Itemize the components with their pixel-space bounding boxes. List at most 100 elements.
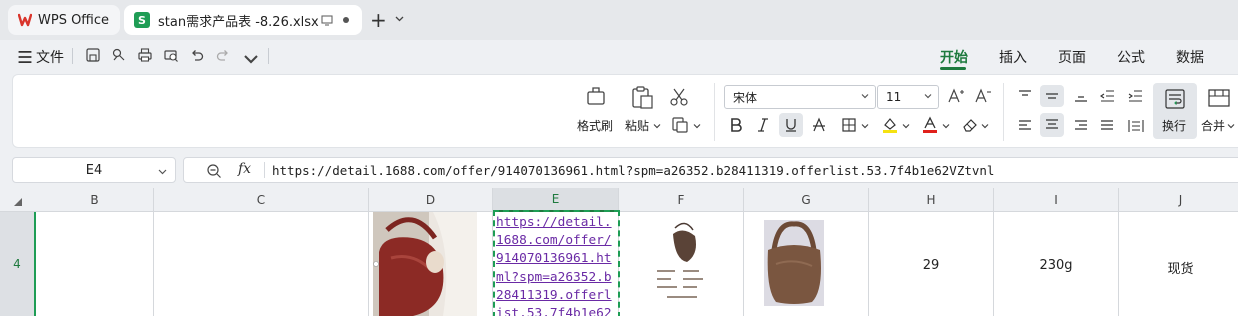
cell-c4[interactable]: [154, 212, 369, 316]
align-left-icon[interactable]: [1017, 119, 1033, 133]
justify-icon[interactable]: [1099, 119, 1115, 133]
paste-chevron-down-icon[interactable]: [653, 122, 661, 130]
align-top-icon[interactable]: [1017, 89, 1033, 103]
decrease-font-size-icon[interactable]: [974, 87, 992, 105]
tab-file-label: stan需求产品表 -8.26.xlsx: [158, 14, 319, 30]
tab-formula[interactable]: 公式: [1117, 47, 1145, 67]
cell-e4[interactable]: https://detail.1688.com/offer/9140701369…: [493, 212, 619, 316]
paste-icon[interactable]: [629, 84, 655, 110]
row-header-4[interactable]: 4: [0, 212, 36, 316]
cell-g4[interactable]: [744, 212, 869, 316]
tab-data[interactable]: 数据: [1176, 47, 1204, 67]
column-header-row: B C D E F G H I J: [0, 188, 1238, 212]
name-box[interactable]: E4: [12, 157, 176, 183]
formula-content[interactable]: https://detail.1688.com/offer/9140701369…: [272, 163, 994, 178]
italic-icon[interactable]: [755, 117, 771, 133]
increase-indent-icon[interactable]: [1127, 88, 1143, 104]
save-icon[interactable]: [84, 46, 102, 64]
tab-page[interactable]: 页面: [1058, 47, 1086, 67]
name-box-chevron-down-icon[interactable]: [158, 167, 167, 176]
image-handle-dot-icon[interactable]: [373, 261, 379, 267]
paste-label[interactable]: 粘贴: [625, 117, 649, 134]
underline-button[interactable]: [779, 113, 803, 137]
bold-icon[interactable]: [728, 117, 744, 133]
copy-icon[interactable]: [671, 116, 689, 134]
new-tab-plus-icon[interactable]: +: [370, 8, 387, 32]
cell-j4[interactable]: 现货: [1119, 212, 1238, 316]
cut-scissors-icon[interactable]: [669, 87, 689, 107]
distributed-align-icon[interactable]: [1127, 117, 1145, 135]
column-header-e[interactable]: E: [493, 188, 619, 212]
cell-d4[interactable]: [369, 212, 493, 316]
unsaved-dot-icon[interactable]: [342, 16, 350, 24]
decrease-indent-icon[interactable]: [1099, 88, 1115, 104]
redo-icon[interactable]: [214, 46, 232, 64]
clear-format-eraser-icon[interactable]: [961, 116, 979, 134]
align-middle-button[interactable]: [1040, 85, 1064, 107]
align-middle-icon: [1046, 93, 1058, 99]
cell-h4[interactable]: 29: [869, 212, 994, 316]
undo-icon[interactable]: [188, 46, 206, 64]
window-icon[interactable]: [321, 14, 333, 26]
cell-i4[interactable]: 230g: [994, 212, 1119, 316]
file-menu[interactable]: 文件: [36, 47, 64, 67]
column-header-b[interactable]: B: [36, 188, 154, 212]
product-detail-sheet-image[interactable]: [645, 220, 719, 304]
format-painter-icon[interactable]: [585, 85, 609, 109]
align-bottom-icon[interactable]: [1073, 89, 1089, 103]
formula-divider: [264, 162, 265, 178]
quick-access-chevron-down-icon[interactable]: [242, 50, 260, 68]
wrap-text-label: 换行: [1162, 119, 1187, 133]
cell-reference: E4: [85, 162, 103, 178]
font-name-select[interactable]: 宋体: [724, 85, 876, 109]
zoom-search-icon[interactable]: [206, 163, 222, 179]
share-icon[interactable]: [110, 46, 128, 64]
align-right-icon[interactable]: [1073, 119, 1089, 133]
column-header-d[interactable]: D: [369, 188, 493, 212]
product-photo-red-bag[interactable]: [373, 212, 477, 316]
select-all-corner-icon[interactable]: [14, 198, 22, 206]
fill-color-chevron-down-icon[interactable]: [902, 122, 910, 130]
tab-spreadsheet-file[interactable]: S stan需求产品表 -8.26.xlsx: [124, 5, 362, 35]
fill-color-icon[interactable]: [881, 116, 899, 134]
merge-cells-icon[interactable]: [1207, 87, 1231, 109]
tab-list-chevron-down-icon[interactable]: [395, 14, 404, 23]
border-icon[interactable]: [841, 117, 857, 133]
column-header-f[interactable]: F: [619, 188, 744, 212]
column-header-g[interactable]: G: [744, 188, 869, 212]
wrap-text-button[interactable]: 换行: [1153, 83, 1197, 139]
align-center-button[interactable]: [1040, 113, 1064, 137]
increase-font-size-icon[interactable]: [947, 87, 965, 105]
cell-f4[interactable]: [619, 212, 744, 316]
copy-chevron-down-icon[interactable]: [693, 122, 701, 130]
tab-start[interactable]: 开始: [940, 47, 968, 67]
menu-divider: [72, 48, 73, 64]
column-header-h[interactable]: H: [869, 188, 994, 212]
function-fx-icon[interactable]: fx: [238, 161, 251, 177]
clear-format-chevron-down-icon[interactable]: [981, 122, 989, 130]
format-painter-label[interactable]: 格式刷: [577, 117, 613, 134]
product-link[interactable]: https://detail.1688.com/offer/9140701369…: [496, 214, 618, 316]
print-preview-icon[interactable]: [162, 46, 180, 64]
formula-input[interactable]: fx https://detail.1688.com/offer/9140701…: [183, 157, 1238, 183]
font-size-select[interactable]: 11: [877, 85, 939, 109]
merge-chevron-down-icon[interactable]: [1227, 122, 1235, 130]
font-name-chevron-down-icon: [861, 94, 869, 99]
font-color-chevron-down-icon[interactable]: [942, 122, 950, 130]
print-icon[interactable]: [136, 46, 154, 64]
merge-cells-label[interactable]: 合并: [1201, 117, 1225, 134]
column-header-c[interactable]: C: [154, 188, 369, 212]
border-chevron-down-icon[interactable]: [861, 122, 869, 130]
strikethrough-icon[interactable]: [811, 117, 827, 133]
column-header-j[interactable]: J: [1119, 188, 1238, 212]
column-header-i[interactable]: I: [994, 188, 1119, 212]
font-color-icon[interactable]: [921, 116, 939, 134]
spreadsheet-grid: B C D E F G H I J 4 https://detail.1688.…: [0, 188, 1238, 316]
cell-b4[interactable]: [36, 212, 154, 316]
font-size-value: 11: [886, 90, 902, 104]
tab-insert[interactable]: 插入: [999, 47, 1027, 67]
hamburger-menu-icon[interactable]: [16, 48, 34, 66]
tab-wps-home[interactable]: WPS Office: [8, 5, 120, 35]
product-photo-brown-bag[interactable]: [764, 220, 824, 306]
ribbon-toolbar: 格式刷 粘贴 宋体 11 换行 合并: [12, 74, 1238, 148]
